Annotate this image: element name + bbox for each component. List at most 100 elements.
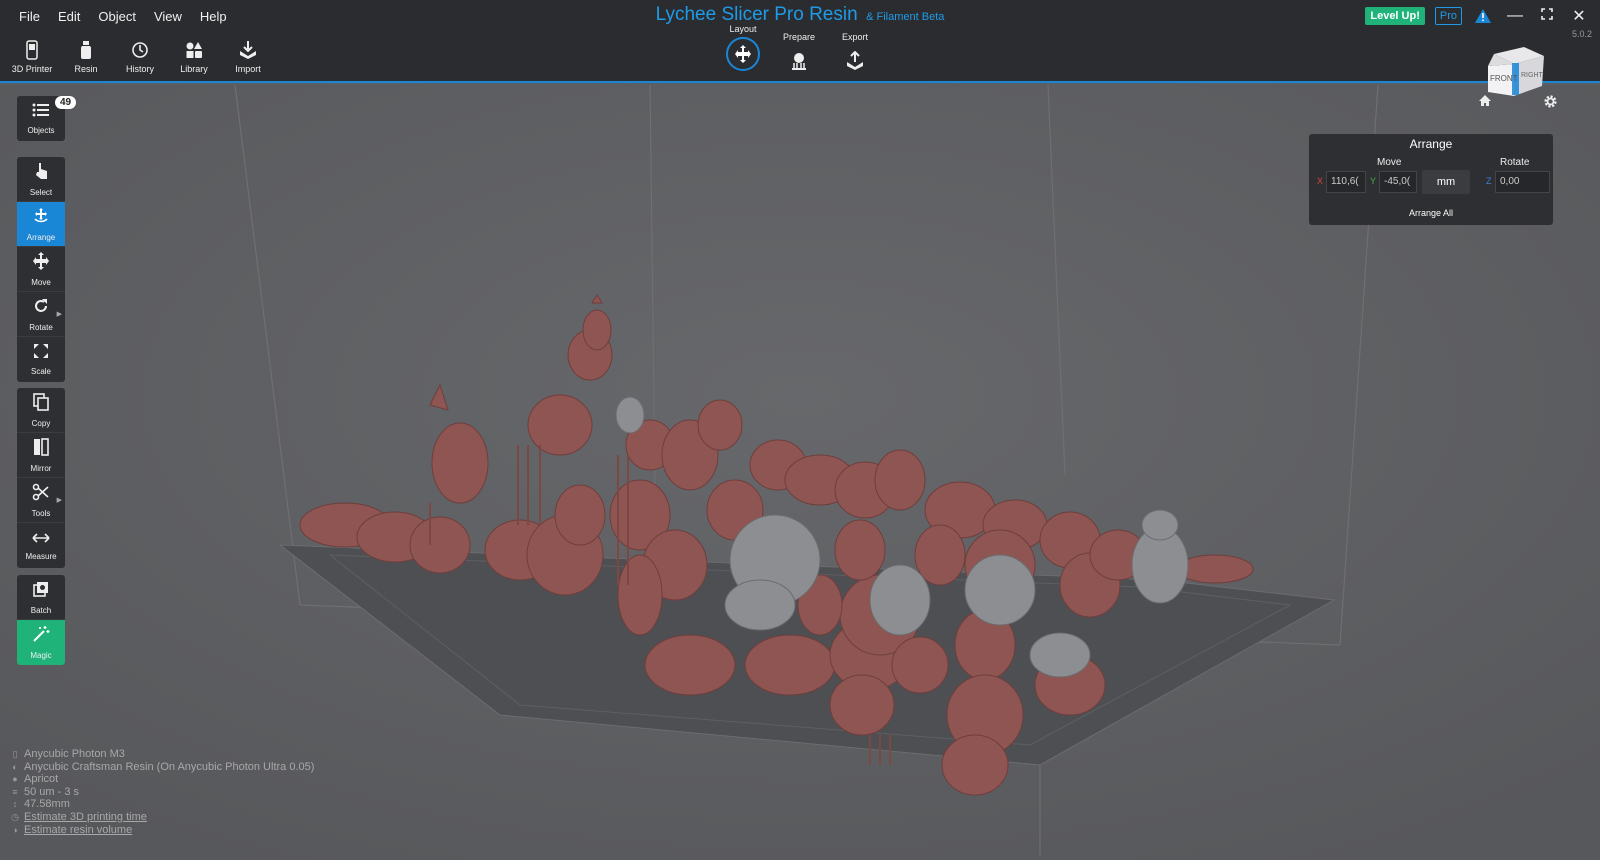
rotate-heading: Rotate [1500, 157, 1530, 168]
tools-expand-icon[interactable]: ▶ [57, 496, 62, 504]
import-button[interactable]: Import [222, 38, 274, 74]
history-label: History [125, 64, 154, 74]
move-arrows-icon [726, 37, 760, 71]
level-up-button[interactable]: Level Up! [1365, 7, 1425, 25]
rotate-z-input[interactable]: 0,00 [1495, 171, 1550, 193]
mirror-tool-button[interactable]: Mirror [17, 433, 65, 478]
top-right-controls: Level Up! Pro — ✕ [1365, 6, 1590, 26]
view-cube[interactable]: FRONT RIGHT [1486, 44, 1548, 101]
maximize-icon[interactable] [1536, 7, 1558, 25]
status-printer: ▯ Anycubic Photon M3 [10, 748, 314, 761]
menu-file[interactable]: File [10, 6, 49, 27]
tab-layout[interactable]: Layout [722, 24, 764, 76]
estimate-time-link[interactable]: Estimate 3D printing time [24, 811, 147, 824]
objects-label: Objects [27, 126, 55, 135]
status-color: ● Apricot [10, 773, 314, 786]
pro-badge[interactable]: Pro [1434, 7, 1462, 25]
tab-export-label: Export [841, 32, 868, 42]
export-icon [834, 46, 876, 76]
mirror-icon [33, 437, 49, 461]
status-info: ▯ Anycubic Photon M3 ◐ Anycubic Craftsma… [10, 748, 314, 836]
pointer-icon [33, 162, 49, 185]
move-heading: Move [1377, 157, 1402, 168]
scale-tool-button[interactable]: Scale [17, 337, 65, 382]
home-icon[interactable] [1478, 94, 1492, 112]
arrange-label: Arrange [26, 232, 56, 242]
transform-tools-group: Select Arrange Move Rotate ▶ Scale [17, 157, 65, 382]
minimize-icon[interactable]: — [1504, 7, 1526, 25]
app-title: Lychee Slicer Pro Resin & Filament Beta [0, 4, 1600, 26]
printer-icon: ▯ [12, 749, 18, 759]
magic-label: Magic [30, 651, 52, 660]
tools-label: Tools [31, 508, 51, 518]
volume-icon: ◑ [12, 824, 18, 835]
copy-label: Copy [31, 418, 51, 428]
status-layer-text: 50 um - 3 s [24, 785, 80, 798]
menu-object[interactable]: Object [89, 6, 145, 27]
clock-icon: ◷ [11, 811, 19, 822]
unit-toggle-button[interactable]: mm [1422, 170, 1470, 194]
printer-button[interactable]: 3D Printer [6, 38, 58, 74]
measure-tool-button[interactable]: Measure [17, 523, 65, 568]
printer-icon [6, 38, 58, 62]
estimate-volume-link[interactable]: Estimate resin volume [24, 824, 132, 837]
rotate-tool-button[interactable]: Rotate ▶ [17, 292, 65, 337]
supports-icon [778, 46, 820, 76]
copy-tool-button[interactable]: Copy [17, 388, 65, 433]
menu-help[interactable]: Help [191, 6, 236, 27]
scale-icon [33, 343, 49, 364]
tab-prepare[interactable]: Prepare [778, 32, 820, 76]
resin-button[interactable]: Resin [60, 38, 112, 74]
select-tool-button[interactable]: Select [17, 157, 65, 202]
batch-label: Batch [30, 605, 52, 615]
viewcube-front-label: FRONT [1490, 74, 1518, 83]
mirror-label: Mirror [30, 463, 52, 473]
magic-wand-icon [32, 625, 50, 648]
library-button[interactable]: Library [168, 38, 220, 74]
magic-tool-button[interactable]: Magic [17, 620, 65, 665]
resin-label: Resin [74, 64, 98, 74]
batch-tool-button[interactable]: Batch [17, 575, 65, 620]
move-tool-button[interactable]: Move [17, 247, 65, 292]
rotate-label: Rotate [29, 322, 53, 332]
move-icon [32, 251, 50, 275]
tools-button[interactable]: Tools ▶ [17, 478, 65, 523]
mode-tabs: Layout Prepare Export [722, 24, 876, 76]
copy-icon [33, 392, 49, 416]
import-icon [222, 38, 274, 62]
menu-bar: File Edit Object View Help [10, 6, 236, 27]
y-axis-label: Y [1370, 176, 1377, 186]
arrange-tool-button[interactable]: Arrange [17, 202, 65, 247]
move-x-input[interactable]: 110,6( [1326, 171, 1366, 193]
status-layer: ≡ 50 um - 3 s [10, 786, 314, 799]
scissors-icon [32, 483, 50, 506]
arrange-panel-title: Arrange [1409, 137, 1453, 151]
menu-view[interactable]: View [145, 6, 191, 27]
edit-tools-group: Copy Mirror Tools ▶ Measure [17, 388, 65, 568]
measure-icon [32, 531, 50, 549]
list-icon [32, 102, 50, 123]
arrange-panel: Arrange Move Rotate X 110,6( Y -45,0( mm… [1309, 134, 1553, 225]
batch-magic-group: Batch Magic [17, 575, 65, 665]
tab-prepare-label: Prepare [782, 32, 816, 42]
scale-label: Scale [30, 367, 51, 376]
history-button[interactable]: History [114, 38, 166, 74]
status-color-text: Apricot [24, 773, 59, 786]
menu-edit[interactable]: Edit [49, 6, 89, 27]
move-y-input[interactable]: -45,0( [1379, 171, 1417, 193]
resin-icon: ◐ [12, 761, 18, 772]
gear-icon[interactable] [1543, 94, 1558, 112]
arrange-all-button[interactable]: Arrange All [1309, 208, 1553, 218]
status-height: ↕ 47.58mm [10, 798, 314, 811]
warning-icon[interactable] [1472, 8, 1494, 24]
rotate-expand-icon[interactable]: ▶ [57, 310, 62, 318]
rotate-icon [32, 297, 50, 320]
import-label: Import [235, 64, 261, 74]
close-icon[interactable]: ✕ [1568, 6, 1590, 26]
height-icon: ↕ [12, 799, 18, 810]
tab-export[interactable]: Export [834, 32, 876, 76]
version-label: 5.0.2 [1571, 29, 1592, 39]
viewcube-controls [1478, 94, 1558, 112]
top-bar: File Edit Object View Help Lychee Slicer… [0, 0, 1600, 83]
main-toolbar: 3D Printer Resin History Library Import [6, 38, 274, 74]
